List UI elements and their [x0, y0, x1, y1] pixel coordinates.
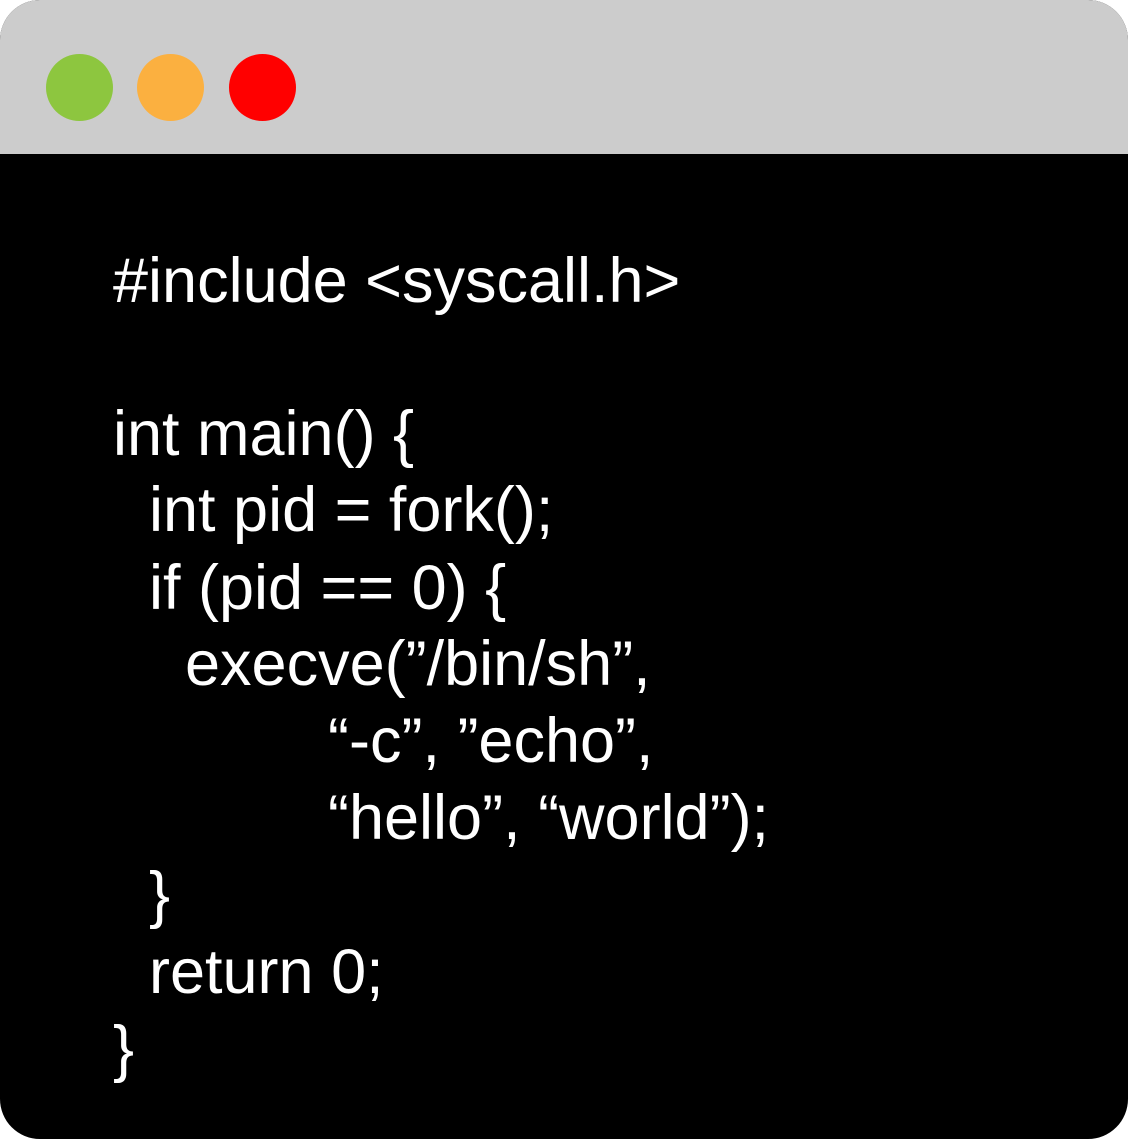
code-line-4: if (pid == 0) {: [149, 553, 507, 623]
code-line-3: int pid = fork();: [149, 475, 554, 545]
code-line-2: int main() {: [113, 399, 415, 469]
code-line-10: }: [113, 1014, 135, 1084]
code-line-6: “-c”, ”echo”,: [328, 706, 654, 776]
code-window: #include <syscall.h> int main() { int pi…: [0, 0, 1128, 1139]
code-line-5: execve(”/bin/sh”,: [185, 629, 651, 699]
code-line-1: #include <syscall.h>: [113, 246, 681, 316]
code-editor: #include <syscall.h> int main() { int pi…: [0, 0, 1128, 1139]
code-line-7: “hello”, “world”);: [328, 783, 770, 853]
code-line-8: }: [149, 860, 171, 930]
code-line-9: return 0;: [149, 937, 384, 1007]
